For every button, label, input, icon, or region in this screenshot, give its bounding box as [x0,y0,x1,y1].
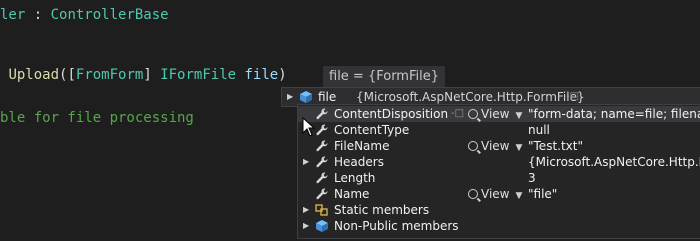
param-type: IFormFile [160,67,237,83]
member-row[interactable]: ▶ Headers {Microsoft.AspNetCore.Http.Hea [298,154,700,170]
expand-arrow-icon[interactable]: ▶ [303,202,309,218]
magnifier-icon [468,141,478,151]
close-paren: ) [278,67,287,83]
colon-token: : [25,7,51,23]
attr-open-bracket: [ [67,67,76,83]
view-label: View [481,107,510,121]
code-line-class-declaration: ler : ControllerBase [0,6,169,24]
member-value[interactable]: null [528,122,550,138]
method-name: Upload [8,67,60,83]
code-line-comment: ble for file processing [0,109,194,127]
member-name: Non-Public members [334,219,459,233]
expand-arrow-icon[interactable]: ▶ [303,154,309,170]
member-name: Headers [334,155,384,169]
class-name-fragment: ler [0,7,26,23]
datatip-variable-name: file [318,90,337,104]
member-name: ContentDisposition [334,107,449,121]
member-name: FileName [334,139,390,153]
non-public-members-icon [315,219,329,233]
object-icon [300,91,312,103]
member-name: Length [334,171,376,185]
member-name: Name [334,187,370,201]
magnifier-icon [468,109,478,119]
view-label: View [481,139,510,153]
member-row[interactable]: ▶ Non-Public members [298,218,700,234]
wrench-icon [315,123,329,137]
magnifier-icon [468,189,478,199]
code-line-method-signature: Upload([FromForm] IFormFile file) [0,66,287,84]
member-row[interactable]: FileName View ▼ "Test.txt" [298,138,700,154]
comment-text: ble for file processing [0,110,194,126]
wrench-icon [315,139,329,153]
dropdown-arrow-icon[interactable]: ▼ [515,143,522,153]
member-row[interactable]: ContentDisposition -□ View ▼ "form-data; nam… [298,106,700,122]
wrench-icon [315,155,329,169]
dropdown-arrow-icon[interactable]: ▼ [515,191,522,201]
member-value[interactable]: "file" [528,186,557,202]
attribute-name: FromForm [75,67,144,83]
expand-arrow-icon[interactable]: ▶ [303,218,309,234]
member-row[interactable]: ContentType null [298,122,700,138]
view-label: View [481,187,510,201]
member-row[interactable]: ▶ Static members [298,202,700,218]
member-row[interactable]: Name View ▼ "file" [298,186,700,202]
member-value[interactable]: "form-data; name=file; filename [528,106,700,122]
wrench-icon [315,107,329,121]
inline-value-hint[interactable]: file = {FormFile} [323,66,445,87]
base-class-name: ControllerBase [50,7,169,23]
datatip-members-panel: ContentDisposition -□ View ▼ "form-data; nam… [297,104,700,239]
member-value[interactable]: {Microsoft.AspNetCore.Http.Hea [528,154,700,170]
member-value[interactable]: 3 [528,170,536,186]
dropdown-arrow-icon[interactable]: ▼ [515,111,522,121]
pin-icon[interactable]: -□ [566,89,579,105]
expand-arrow-icon[interactable]: ▶ [287,89,293,105]
member-name: ContentType [334,123,410,137]
attr-close-bracket: ] [143,67,152,83]
wrench-icon [315,171,329,185]
pin-icon[interactable]: -□ [451,106,464,122]
member-row[interactable]: Length 3 [298,170,700,186]
member-value[interactable]: "Test.txt" [528,138,583,154]
member-name: Static members [334,203,430,217]
mouse-cursor-icon [302,117,316,137]
static-members-icon [315,203,329,217]
param-name[interactable]: file [245,67,279,83]
datatip-variable-value[interactable]: {Microsoft.AspNetCore.Http.FormFile} [356,89,585,105]
wrench-icon [315,187,329,201]
